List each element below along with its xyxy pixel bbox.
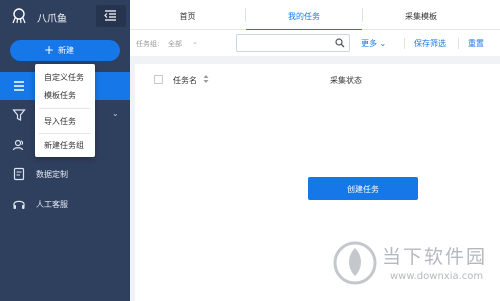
sidebar-item-label: 数据定制 <box>36 170 68 179</box>
filter-icon <box>12 109 26 121</box>
sidebar-item-data-custom[interactable]: 数据定制 <box>0 160 130 188</box>
new-task-dropdown: 自定义任务 模板任务 导入任务 新建任务组 <box>35 64 95 157</box>
headset-icon <box>13 200 25 209</box>
filter-bar: 任务组: 全部 ⌄ 更多 ⌄ 保存筛选 重置 <box>130 30 500 56</box>
new-button[interactable]: + 新建 <box>10 40 120 61</box>
list-icon <box>14 81 24 91</box>
task-group-label: 任务组: <box>136 40 160 48</box>
chevron-down-icon: ⌄ <box>377 39 387 48</box>
watermark-text: 当下软件园 <box>382 246 488 268</box>
divider <box>458 38 459 49</box>
chevron-down-icon[interactable]: ⌄ <box>192 38 198 46</box>
menu-item-label: 新建任务组 <box>44 141 84 150</box>
chevron-down-icon: ⌄ <box>112 109 119 118</box>
search-icon[interactable] <box>335 38 345 48</box>
menu-item-template-task[interactable]: 模板任务 <box>35 86 95 104</box>
save-filter-button[interactable]: 保存筛选 <box>414 38 446 49</box>
search-input[interactable] <box>236 34 350 52</box>
users-icon <box>12 139 24 151</box>
tab-label: 首页 <box>179 12 196 21</box>
select-all-checkbox[interactable] <box>154 75 163 84</box>
menu-item-label: 导入任务 <box>44 117 76 126</box>
menu-divider <box>39 108 91 109</box>
more-filters-button[interactable]: 更多 ⌄ <box>361 38 386 49</box>
collapse-sidebar-button[interactable] <box>96 5 126 27</box>
octopus-logo-icon <box>12 8 26 24</box>
document-icon <box>13 167 25 181</box>
tab-home[interactable]: 首页 <box>130 0 245 30</box>
menu-item-new-task-group[interactable]: 新建任务组 <box>35 136 95 154</box>
menu-divider <box>39 133 91 134</box>
sidebar-header: 八爪鱼 <box>0 0 130 32</box>
column-header-task-name[interactable]: 任务名 <box>173 75 197 86</box>
menu-item-label: 模板任务 <box>44 91 76 100</box>
watermark-logo-icon <box>333 241 377 285</box>
tab-templates[interactable]: 采集模板 <box>363 0 479 30</box>
menu-item-custom-task[interactable]: 自定义任务 <box>35 68 95 86</box>
task-group-select[interactable]: 全部 <box>168 39 182 49</box>
watermark-url: www.downxia.com <box>390 271 484 282</box>
create-task-label: 创建任务 <box>347 185 379 194</box>
sidebar-item-label: 人工客服 <box>36 200 68 209</box>
watermark: 当下软件园 www.downxia.com <box>328 234 498 294</box>
sort-icon[interactable] <box>203 74 209 84</box>
more-label: 更多 <box>361 39 377 48</box>
table-header: 任务名 采集状态 <box>135 64 500 94</box>
tab-label: 我的任务 <box>288 12 320 21</box>
create-task-button[interactable]: 创建任务 <box>308 177 418 200</box>
divider <box>404 38 405 49</box>
collapse-menu-icon <box>104 10 116 21</box>
tab-label: 采集模板 <box>405 12 437 21</box>
plus-icon: + <box>44 43 55 57</box>
column-header-status: 采集状态 <box>330 76 362 85</box>
reset-button[interactable]: 重置 <box>468 38 484 49</box>
menu-item-import-task[interactable]: 导入任务 <box>35 112 95 130</box>
menu-item-label: 自定义任务 <box>44 73 84 82</box>
new-button-label: 新建 <box>58 46 74 55</box>
tab-bar: 首页 我的任务 采集模板 <box>130 0 500 31</box>
sidebar-item-customer-service[interactable]: 人工客服 <box>0 190 130 218</box>
tab-my-tasks[interactable]: 我的任务 <box>246 0 362 31</box>
app-name: 八爪鱼 <box>37 14 67 25</box>
